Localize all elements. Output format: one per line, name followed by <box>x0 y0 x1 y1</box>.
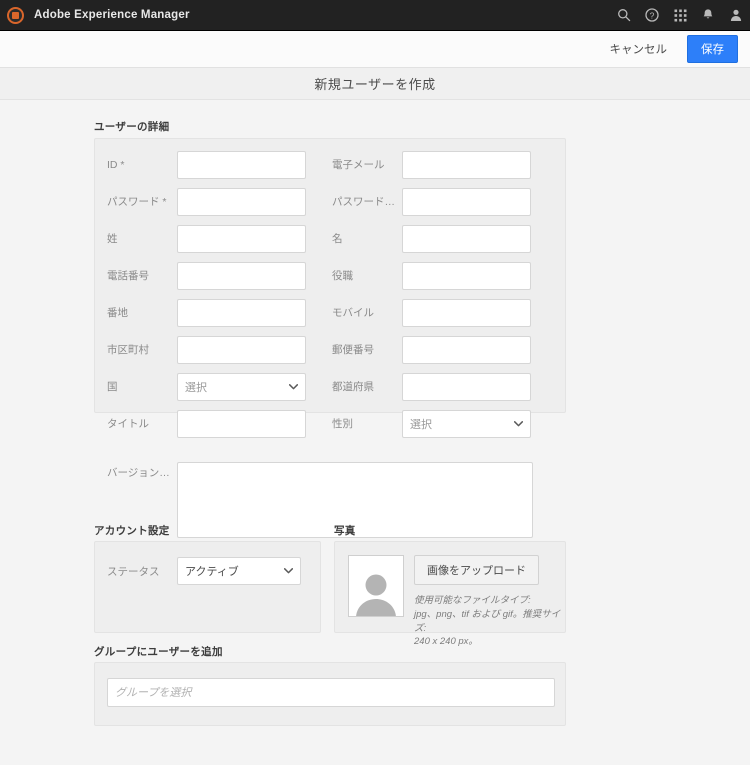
page-title-band: 新規ユーザーを作成 <box>0 68 750 100</box>
field-label: 電子メール <box>332 159 385 171</box>
user-details-left-column: ID * パスワード * 姓電話番号番地市区町村国 選択タイトル <box>107 149 318 445</box>
field-input[interactable] <box>177 261 306 290</box>
field-label: 郵便番号 <box>332 344 374 356</box>
field-label: 性別 <box>332 418 353 430</box>
field-label: 姓 <box>107 233 118 245</box>
field-label: 役職 <box>332 270 353 282</box>
search-icon[interactable] <box>610 0 638 31</box>
field-row: 番地 <box>107 297 318 328</box>
photo-hint-line-2: jpg、png、tif および gif。推奨サイズ: <box>414 608 561 634</box>
form-canvas: ユーザーの詳細 ID * パスワード * 姓電話番号 番地 市区町村国選択 タイトル 電子… <box>0 100 750 765</box>
user-details-panel: ID * パスワード * 姓電話番号 番地 市区町村国選択 タイトル 電子メール パスワード… <box>94 138 566 538</box>
user-placeholder-avatar-icon <box>348 555 404 617</box>
solutions-grid-icon[interactable] <box>666 0 694 31</box>
groups-heading: グループにユーザーを追加 <box>94 646 223 658</box>
photo-heading: 写真 <box>334 525 356 537</box>
field-input[interactable] <box>177 335 306 364</box>
field-label: ID * <box>107 158 125 171</box>
field-label: パスワード * <box>107 196 167 208</box>
user-details-right-column: 電子メールパスワードの確… 名役職モバイル郵便番号都道府県性別 選択 <box>332 149 543 445</box>
field-label: 番地 <box>107 307 128 319</box>
status-field-row: ステータス アクティブ <box>107 557 301 585</box>
photo-controls: 画像をアップロード 使用可能なファイルタイプ: jpg、png、tif および … <box>414 555 565 649</box>
field-row: 役職 <box>332 260 543 291</box>
global-top-bar: Adobe Experience Manager ? <box>0 0 750 31</box>
status-select-value: アクティブ <box>185 566 239 578</box>
bio-field-row: バージョン情報 <box>107 462 555 538</box>
photo-hint-text: 使用可能なファイルタイプ: jpg、png、tif および gif。推奨サイズ:… <box>414 594 565 649</box>
chevron-down-icon <box>283 566 293 576</box>
field-row: タイトル <box>107 408 318 439</box>
field-row: パスワードの確… <box>332 186 543 217</box>
field-label: タイトル <box>107 418 149 430</box>
field-input[interactable] <box>402 298 531 327</box>
status-label: ステータス <box>107 565 160 578</box>
chevron-down-icon <box>288 382 298 392</box>
field-row: 国 選択 <box>107 371 318 402</box>
user-avatar-icon[interactable] <box>722 0 750 31</box>
field-row: 市区町村 <box>107 334 318 365</box>
field-label: 電話番号 <box>107 270 149 282</box>
field-label: 都道府県 <box>332 381 374 393</box>
field-select[interactable]: 選択 <box>402 409 531 438</box>
cancel-button[interactable]: キャンセル <box>600 36 678 62</box>
field-row: 郵便番号 <box>332 334 543 365</box>
field-label: 国 <box>107 381 118 393</box>
field-label: 市区町村 <box>107 344 149 356</box>
field-input[interactable] <box>177 298 306 327</box>
photo-panel: 画像をアップロード 使用可能なファイルタイプ: jpg、png、tif および … <box>334 541 566 647</box>
field-row: 姓 <box>107 223 318 254</box>
field-input[interactable] <box>402 187 531 216</box>
field-input[interactable] <box>402 224 531 253</box>
field-input[interactable] <box>177 409 306 438</box>
field-input[interactable] <box>177 187 306 216</box>
field-input[interactable] <box>177 150 306 179</box>
bio-label: バージョン情報 <box>107 467 177 479</box>
group-select-input[interactable] <box>107 678 555 707</box>
field-row: 名 <box>332 223 543 254</box>
field-label: パスワードの確… <box>332 196 402 208</box>
field-input[interactable] <box>402 372 531 401</box>
field-label: モバイル <box>332 307 374 319</box>
aem-logo-inner-shape <box>12 11 19 19</box>
field-label: 名 <box>332 233 343 245</box>
account-settings-heading: アカウント設定 <box>94 525 170 537</box>
save-button[interactable]: 保存 <box>687 35 738 63</box>
field-row: 電話番号 <box>107 260 318 291</box>
photo-row: 画像をアップロード 使用可能なファイルタイプ: jpg、png、tif および … <box>348 555 565 649</box>
field-select-value: 選択 <box>410 418 432 431</box>
svg-text:?: ? <box>650 10 655 20</box>
field-row: 性別 選択 <box>332 408 543 439</box>
field-select-value: 選択 <box>185 381 207 394</box>
photo-hint-line-1: 使用可能なファイルタイプ: <box>414 595 531 606</box>
field-input[interactable] <box>402 261 531 290</box>
field-row: 電子メール <box>332 149 543 180</box>
field-input[interactable] <box>402 150 531 179</box>
aem-logo-circle <box>7 6 24 24</box>
field-row: モバイル <box>332 297 543 328</box>
page-title: 新規ユーザーを作成 <box>314 77 436 92</box>
notifications-bell-icon[interactable] <box>694 0 722 31</box>
chevron-down-icon <box>513 419 523 429</box>
field-input[interactable] <box>402 335 531 364</box>
field-row: ID * <box>107 149 318 180</box>
help-icon[interactable]: ? <box>638 0 666 31</box>
groups-panel <box>94 662 566 726</box>
photo-hint-line-3: 240 x 240 px。 <box>414 636 478 648</box>
top-bar-icon-group: ? <box>610 0 750 31</box>
aem-logo-icon[interactable] <box>0 0 31 31</box>
field-input[interactable] <box>177 224 306 253</box>
status-select[interactable]: アクティブ <box>177 557 301 585</box>
upload-image-button[interactable]: 画像をアップロード <box>414 555 539 585</box>
account-settings-panel: ステータス アクティブ <box>94 541 321 633</box>
form-action-bar: キャンセル 保存 <box>0 31 750 68</box>
brand-title: Adobe Experience Manager <box>34 9 190 21</box>
field-select[interactable]: 選択 <box>177 372 306 401</box>
user-details-heading: ユーザーの詳細 <box>94 121 170 133</box>
field-row: 都道府県 <box>332 371 543 402</box>
field-row: パスワード * <box>107 186 318 217</box>
